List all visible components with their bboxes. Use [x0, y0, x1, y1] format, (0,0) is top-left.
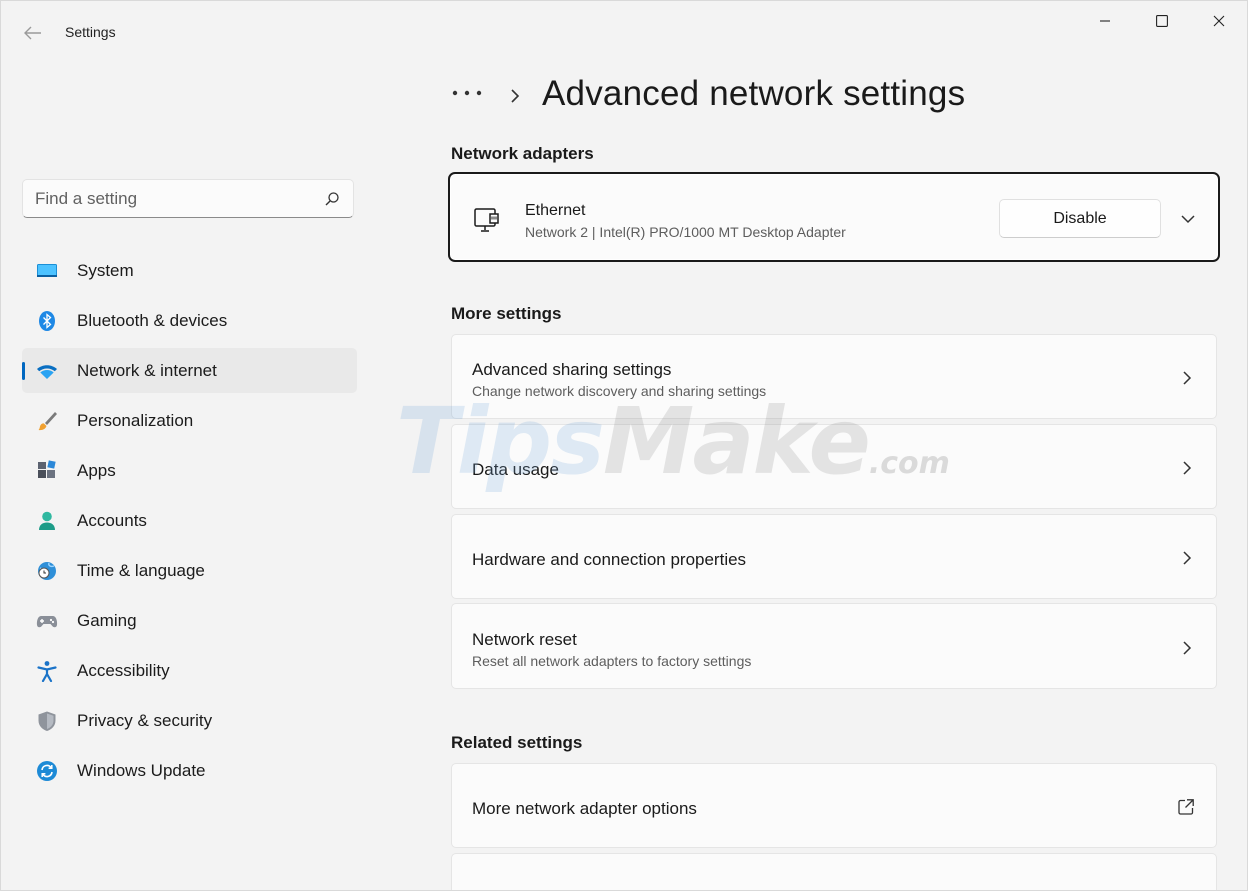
gamepad-icon	[36, 616, 58, 628]
sidebar-item-label: Apps	[77, 461, 116, 480]
breadcrumb-more-icon[interactable]	[452, 83, 484, 103]
card-title: Data usage	[472, 460, 559, 479]
close-button[interactable]	[1191, 5, 1247, 37]
sidebar-item-label: Time & language	[77, 561, 205, 580]
maximize-icon	[1156, 15, 1168, 27]
adapter-description: Network 2 | Intel(R) PRO/1000 MT Desktop…	[525, 224, 846, 240]
wifi-icon	[37, 365, 57, 379]
search-icon[interactable]	[323, 190, 341, 208]
adapter-name: Ethernet	[525, 202, 586, 219]
sidebar-item-label: Windows Update	[77, 761, 206, 780]
update-icon	[37, 761, 57, 781]
chevron-down-icon[interactable]	[1179, 210, 1197, 228]
chevron-right-icon	[1183, 641, 1192, 655]
bluetooth-icon	[39, 311, 55, 331]
disable-button[interactable]: Disable	[999, 199, 1161, 238]
sidebar-item-apps[interactable]: Apps	[22, 448, 357, 493]
sidebar-nav: System Bluetooth & devices Network & int…	[22, 248, 357, 798]
page-title: Advanced network settings	[542, 74, 966, 113]
sidebar-item-accounts[interactable]: Accounts	[22, 498, 357, 543]
chevron-right-icon	[1183, 551, 1192, 565]
more-network-adapter-options-item[interactable]: More network adapter options	[451, 763, 1217, 848]
network-reset-item[interactable]: Network reset Reset all network adapters…	[451, 603, 1217, 689]
related-settings-item-partial[interactable]	[451, 853, 1217, 890]
sidebar-item-label: Bluetooth & devices	[77, 311, 228, 330]
sidebar-item-label: Gaming	[77, 611, 137, 630]
minimize-icon	[1100, 20, 1110, 22]
apps-icon	[38, 460, 56, 478]
close-icon	[1213, 15, 1225, 27]
maximize-button[interactable]	[1134, 5, 1190, 37]
brush-icon	[38, 412, 57, 431]
card-subtitle: Reset all network adapters to factory se…	[472, 653, 752, 669]
sidebar-item-label: Accounts	[77, 511, 147, 530]
app-title: Settings	[65, 24, 116, 40]
hardware-connection-properties-item[interactable]: Hardware and connection properties	[451, 514, 1217, 599]
chevron-right-icon	[1183, 461, 1192, 475]
sidebar-item-privacy[interactable]: Privacy & security	[22, 698, 357, 743]
sidebar-item-gaming[interactable]: Gaming	[22, 598, 357, 643]
shield-icon	[38, 711, 56, 731]
accessibility-icon	[37, 661, 57, 682]
sidebar-item-label: Personalization	[77, 411, 194, 430]
search-input[interactable]	[35, 188, 305, 210]
section-heading-related-settings: Related settings	[451, 733, 583, 752]
sidebar-item-accessibility[interactable]: Accessibility	[22, 648, 357, 693]
section-heading-network-adapters: Network adapters	[451, 144, 594, 163]
back-button[interactable]	[21, 21, 45, 45]
card-title: Hardware and connection properties	[472, 550, 747, 569]
account-icon	[39, 511, 55, 530]
data-usage-item[interactable]: Data usage	[451, 424, 1217, 509]
sidebar-item-label: Network & internet	[77, 361, 217, 380]
card-title: Advanced sharing settings	[472, 360, 672, 379]
system-icon	[37, 264, 57, 277]
ethernet-adapter-card[interactable]: Ethernet Network 2 | Intel(R) PRO/1000 M…	[448, 172, 1220, 262]
sidebar-item-label: System	[77, 261, 134, 280]
chevron-right-icon	[1183, 371, 1192, 385]
sidebar-item-network[interactable]: Network & internet	[22, 348, 357, 393]
card-subtitle: Change network discovery and sharing set…	[472, 383, 767, 399]
sidebar-item-windows-update[interactable]: Windows Update	[22, 748, 357, 793]
minimize-button[interactable]	[1077, 5, 1133, 37]
globe-clock-icon	[38, 562, 56, 580]
ethernet-icon	[474, 208, 499, 232]
card-title: Network reset	[472, 630, 577, 649]
search-box	[22, 179, 354, 218]
settings-window: Settings System Bluetooth & devices Netw…	[0, 0, 1248, 891]
breadcrumb-chevron-icon	[511, 89, 520, 103]
section-heading-more-settings: More settings	[451, 304, 562, 323]
sidebar-item-time-language[interactable]: Time & language	[22, 548, 357, 593]
sidebar-item-system[interactable]: System	[22, 248, 357, 293]
open-external-icon	[1178, 799, 1194, 815]
sidebar-item-bluetooth[interactable]: Bluetooth & devices	[22, 298, 357, 343]
back-arrow-icon	[24, 26, 41, 40]
sidebar-item-personalization[interactable]: Personalization	[22, 398, 357, 443]
advanced-sharing-settings-item[interactable]: Advanced sharing settings Change network…	[451, 334, 1217, 419]
sidebar-item-label: Accessibility	[77, 661, 170, 680]
card-title: More network adapter options	[472, 799, 697, 818]
sidebar-item-label: Privacy & security	[77, 711, 213, 730]
